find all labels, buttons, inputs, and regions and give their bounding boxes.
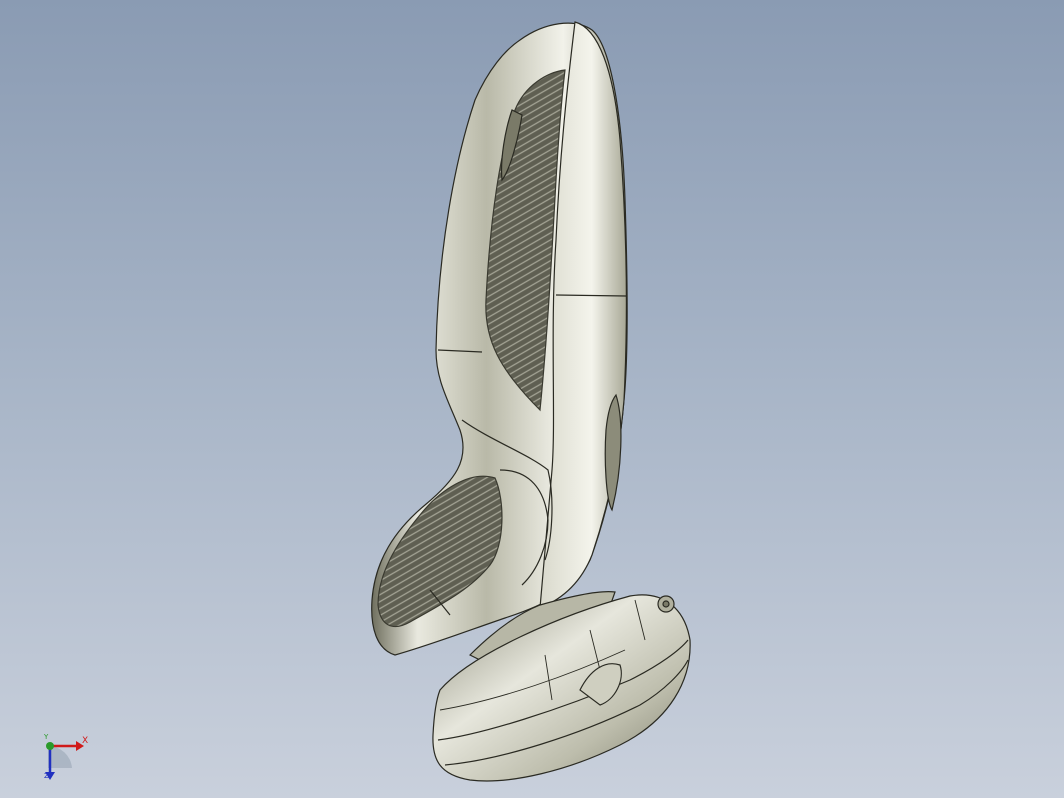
shaver-model-icon[interactable] (0, 0, 1064, 798)
x-axis-label: X (82, 736, 89, 746)
shaver-body (371, 21, 628, 656)
y-axis-label: Y (44, 733, 49, 741)
graphics-viewport[interactable]: X Y Z (0, 0, 1064, 798)
z-axis-label: Z (44, 772, 49, 780)
